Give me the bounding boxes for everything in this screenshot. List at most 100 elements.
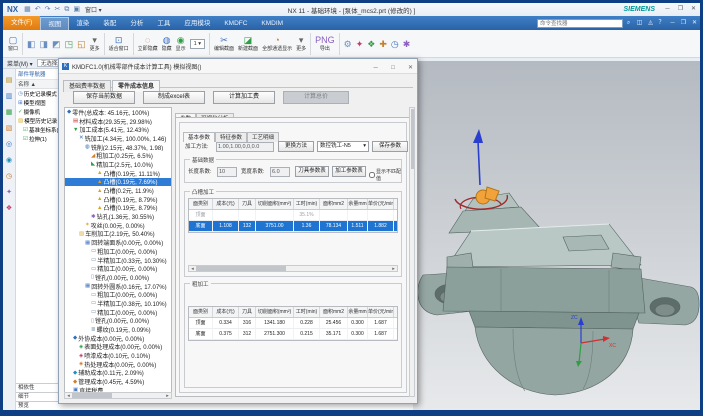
cost-tree-item[interactable]: ▭ 精加工(0.00元, 0.00%) xyxy=(65,264,171,273)
column-header[interactable]: 刀具 xyxy=(239,307,256,317)
part-navigator-icon[interactable]: ▦ xyxy=(6,105,13,121)
cost-tree-item[interactable]: ≣ 螺纹(0.19元, 0.09%) xyxy=(65,325,171,334)
ribbon-tool[interactable]: ◉ 显示 xyxy=(174,31,188,57)
column-header[interactable]: 余量mm xyxy=(348,307,368,317)
calc-total-button[interactable]: 计算总价 xyxy=(283,91,349,104)
column-header[interactable]: 面积mm2 xyxy=(320,307,348,317)
roles-icon[interactable]: ◬ xyxy=(645,17,656,30)
ribbon-tool[interactable]: ◧ xyxy=(25,31,38,57)
ribbon-tool[interactable] xyxy=(133,33,134,55)
cost-tree-item[interactable]: ▲ 凸槽(0.19元, 8.79%) xyxy=(65,195,171,204)
tree-hscrollbar[interactable]: ◂ ▸ xyxy=(64,392,172,399)
calc-machining-cost-button[interactable]: 计算加工费 xyxy=(213,91,275,104)
cost-tree-item[interactable]: ▦ 回转外圆系(0.16元, 17.07%) xyxy=(65,282,171,291)
name-column-header[interactable]: 名称 ▲ xyxy=(16,80,60,89)
cost-tree-item[interactable]: ▲ 凸槽(0.19元, 11.11%) xyxy=(65,169,171,178)
cost-tree-item[interactable]: ▭ 半精加工(0.33元, 10.30%) xyxy=(65,256,171,265)
ribbon-tool[interactable]: ⚙ xyxy=(342,31,354,57)
navigator-section-header[interactable]: 细节 xyxy=(16,392,61,401)
navigator-item[interactable]: ⊞ 模型视图 xyxy=(16,98,60,107)
ribbon-tab[interactable]: KMDFC xyxy=(217,17,254,30)
cost-tree-item[interactable]: ▲ 凸槽(0.19元, 7.69%) xyxy=(65,178,171,187)
cost-tree-item[interactable]: ◆ 零件(总成本: 45.16元, 100%) xyxy=(65,108,171,117)
undo-icon[interactable]: ↶ xyxy=(33,3,43,16)
cost-tree-item[interactable]: ▨ 车削加工(2.19元, 50.40%) xyxy=(65,230,171,239)
column-header[interactable]: 工时(min) xyxy=(294,307,320,317)
param-tab[interactable]: 基本参数 xyxy=(183,132,215,142)
cost-tree-item[interactable]: ◆ 辅助成本(0.11元, 2.09%) xyxy=(65,369,171,378)
navigator-section-header[interactable]: 相依性 xyxy=(16,383,61,392)
process-studio-icon[interactable]: ✦ xyxy=(6,185,12,201)
finish-table-hscrollbar[interactable]: ◂ ▸ xyxy=(188,265,398,272)
ribbon-tool[interactable]: ▾ 更多 xyxy=(294,31,308,57)
ribbon-tab[interactable]: 分析 xyxy=(123,17,150,30)
ribbon-tool[interactable]: ◷ xyxy=(389,31,401,57)
cost-tree-item[interactable]: ▼ 加工成本(5.41元, 12.43%) xyxy=(65,125,171,134)
help-icon[interactable]: ？ xyxy=(656,17,667,30)
cost-tree-item[interactable]: ✱ 钻孔(1.36元, 30.55%) xyxy=(65,212,171,221)
ribbon-tool[interactable] xyxy=(310,33,311,55)
navigator-item[interactable]: ✓ 摄像机 xyxy=(16,107,60,116)
paste-icon[interactable]: ▣ xyxy=(71,3,82,16)
column-header[interactable]: 面类别 xyxy=(189,307,213,317)
table-row[interactable]: 底面1.1081323751.001.3678.1341.5111.882 xyxy=(189,221,397,232)
column-header[interactable]: 切削面积(mm²) xyxy=(256,199,294,209)
minimize-workspace-icon[interactable]: ─ xyxy=(667,17,678,30)
table-row[interactable]: 顶面35.1% xyxy=(189,210,397,221)
cost-tree-item[interactable]: ◆ 外协成本(0.00元, 0.00%) xyxy=(65,334,171,343)
column-header[interactable]: 工时(min) xyxy=(294,199,320,209)
reuse-library-icon[interactable]: ▧ xyxy=(6,121,13,137)
show-mismatch-checkbox[interactable]: 显示不匹配值 xyxy=(369,168,401,182)
search-icon[interactable]: ⌕ xyxy=(623,17,634,30)
constraint-navigator-icon[interactable]: ▥ xyxy=(6,89,13,105)
close-button[interactable]: ✕ xyxy=(687,3,700,16)
cost-tree-item[interactable]: ▭ 半精加工(0.38元, 10.10%) xyxy=(65,299,171,308)
close-workspace-icon[interactable]: ✕ xyxy=(689,17,700,30)
roles-icon[interactable]: ❖ xyxy=(6,201,12,217)
column-header[interactable]: 面积mm2 xyxy=(320,199,348,209)
param-tab[interactable]: 特征参数 xyxy=(215,132,247,142)
column-header[interactable]: 成本(元) xyxy=(213,307,239,317)
cost-tree-item[interactable]: ◆ 管理成本(0.45元, 4.59%) xyxy=(65,377,171,386)
save-icon[interactable]: ▦ xyxy=(22,3,33,16)
dialog-minimize-button[interactable]: ─ xyxy=(369,61,382,76)
column-header[interactable]: 余量mm xyxy=(348,199,368,209)
dialog-title-bar[interactable]: K KMDFC1.0(机械零部件成本计算工具) 模拟视图() ─ □ ✕ xyxy=(59,59,417,74)
column-header[interactable]: 单价(元/min) xyxy=(368,199,394,209)
scroll-left-icon[interactable]: ◂ xyxy=(189,266,196,272)
ribbon-tab[interactable]: 工具 xyxy=(150,17,177,30)
cost-tree-item[interactable]: ◢ 粗加工(0.25元, 6.5%) xyxy=(65,151,171,160)
ribbon-tool[interactable] xyxy=(104,33,105,55)
navigator-item[interactable]: ☑ 基准坐标系(0) xyxy=(16,125,60,134)
window-menu-button[interactable]: 窗口 ▾ xyxy=(82,5,105,14)
dialog-vscrollbar[interactable] xyxy=(409,107,415,397)
cost-tree-item[interactable]: ▲ 凸槽(0.19元, 8.79%) xyxy=(65,204,171,213)
ribbon-tool[interactable]: ✱ xyxy=(401,31,413,57)
ribbon-tool[interactable]: 1 ▾ xyxy=(188,31,207,57)
cost-tree-item[interactable]: ◈ 表面处理成本(0.00元, 0.00%) xyxy=(65,343,171,352)
method-value-field[interactable] xyxy=(216,142,274,152)
ribbon-tool[interactable]: ◱ xyxy=(75,31,88,57)
cost-tree-item[interactable]: ◣ 精加工(2.5元, 10.0%) xyxy=(65,160,171,169)
history-icon[interactable]: ◷ xyxy=(6,169,12,185)
tab-file[interactable]: 文件(F) xyxy=(3,16,40,30)
cost-tree-item[interactable]: ▯ 镗孔(0.00元, 0.00%) xyxy=(65,273,171,282)
ribbon-tool[interactable]: ◌ 立即隐藏 xyxy=(136,31,160,57)
machining-params-button[interactable]: 加工参数表 xyxy=(332,166,366,177)
web-browser-icon[interactable]: ◉ xyxy=(6,153,12,169)
ribbon-tool[interactable] xyxy=(339,33,340,55)
ribbon-tool[interactable]: PNG 导出 xyxy=(313,31,337,57)
ribbon-tool[interactable]: ✦ xyxy=(354,31,366,57)
navigator-item[interactable]: ☑ 拉伸(1) xyxy=(16,134,60,143)
cost-tree-item[interactable]: ▤ 材料成本(29.35元, 29.98%) xyxy=(65,117,171,126)
hd3d-tools-icon[interactable]: ◎ xyxy=(6,137,12,153)
ribbon-tool[interactable]: ◩ xyxy=(50,31,63,57)
navigator-item[interactable]: ▨ 模型历史记录 xyxy=(16,116,60,125)
ribbon-tab[interactable]: 应用模块 xyxy=(177,17,217,30)
minimize-button[interactable]: ─ xyxy=(661,3,674,16)
export-excel-button[interactable]: 制成excel表 xyxy=(143,91,205,104)
cost-tree-item[interactable]: ▭ 粗加工(0.00元, 0.00%) xyxy=(65,290,171,299)
ribbon-tab[interactable]: 渲染 xyxy=(69,17,96,30)
scroll-left-icon[interactable]: ◂ xyxy=(65,393,72,399)
column-header[interactable]: 面类别 xyxy=(189,199,213,209)
